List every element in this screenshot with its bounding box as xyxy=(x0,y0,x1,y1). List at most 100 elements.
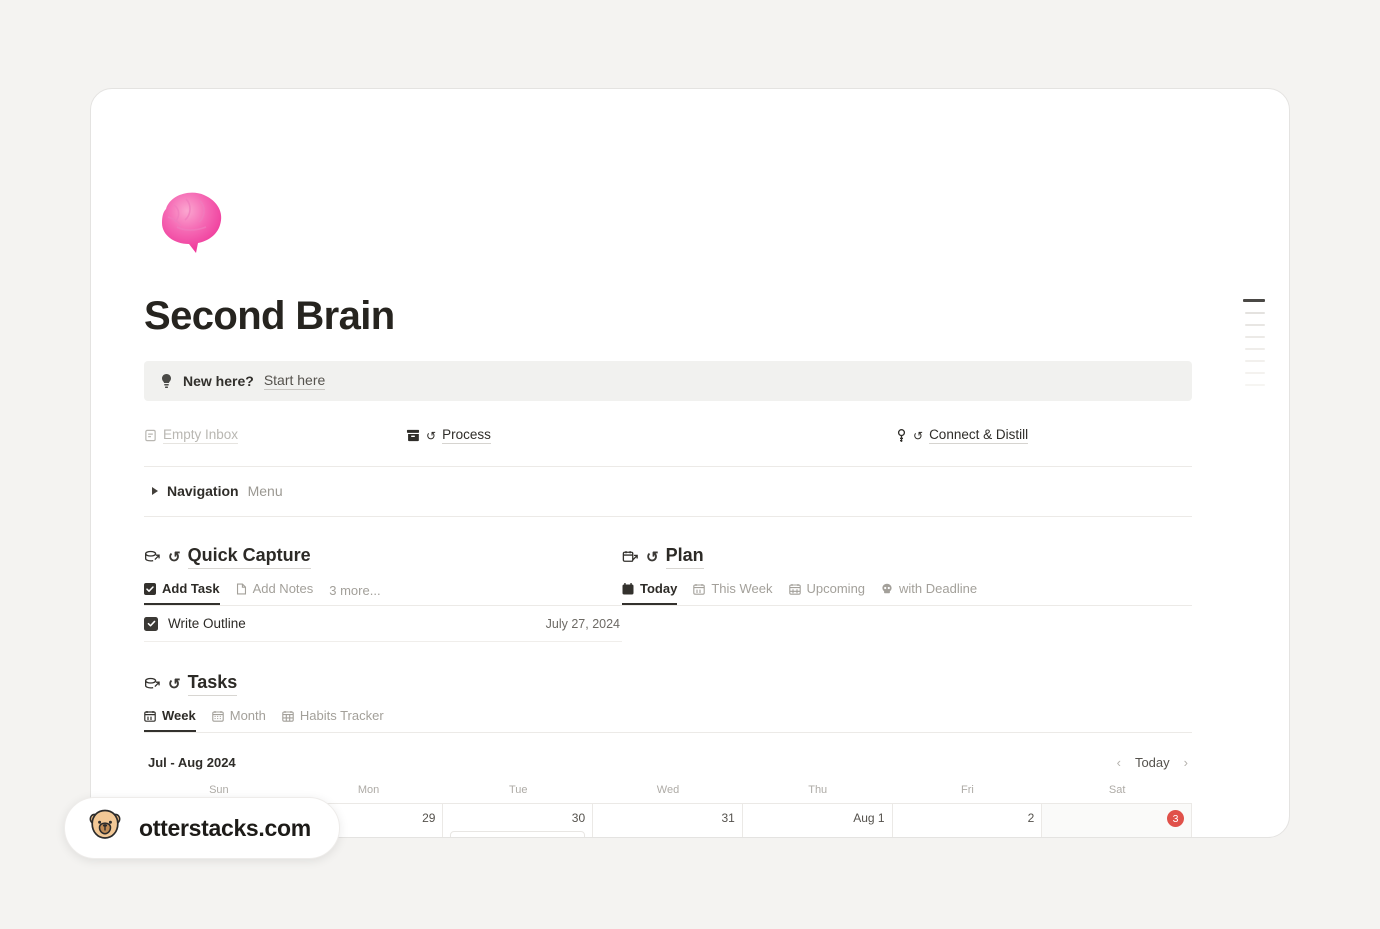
day-header: Sat xyxy=(1108,784,1126,796)
quick-capture-section: ↺ Quick Capture Add Task Add Notes 3 mor… xyxy=(144,545,622,642)
page-content: Second Brain New here? Start here Empty … xyxy=(144,89,1192,837)
chevron-left-icon[interactable]: ‹ xyxy=(1117,756,1121,769)
outline-indicator[interactable] xyxy=(1239,299,1265,386)
tab-this-week-label: This Week xyxy=(711,581,773,596)
navigation-label: Navigation xyxy=(167,483,239,499)
tab-month[interactable]: Month xyxy=(211,708,266,732)
day-header: Tue xyxy=(509,784,528,796)
tab-with-deadline[interactable]: with Deadline xyxy=(881,581,977,605)
calendar-today-button[interactable]: Today xyxy=(1135,755,1170,770)
watermark-badge: otterstacks.com xyxy=(64,797,340,859)
page-title: Second Brain xyxy=(144,294,395,338)
calendar-day-number: 2 xyxy=(1027,811,1035,825)
database-columns: ↺ Quick Capture Add Task Add Notes 3 mor… xyxy=(144,545,1192,642)
connect-distill-label: Connect & Distill xyxy=(929,427,1029,444)
watermark-text: otterstacks.com xyxy=(139,814,311,841)
outline-line[interactable] xyxy=(1245,383,1265,386)
navigation-sublabel: Menu xyxy=(247,483,283,499)
outline-line[interactable] xyxy=(1245,371,1265,374)
tasks-name: Tasks xyxy=(187,672,238,696)
calendar-day-number: 31 xyxy=(721,811,735,825)
connect-distill-button[interactable]: ↺ Connect & Distill xyxy=(896,427,1029,444)
quick-capture-title[interactable]: ↺ Quick Capture xyxy=(144,545,622,569)
new-here-callout[interactable]: New here? Start here xyxy=(144,361,1192,401)
calendar-day-icon xyxy=(622,582,634,595)
page-scroll-area[interactable]: Second Brain New here? Start here Empty … xyxy=(91,89,1289,837)
outline-line[interactable] xyxy=(1245,359,1265,362)
action-col-inbox: Empty Inbox xyxy=(144,427,406,444)
today-badge: 3 xyxy=(1166,810,1184,828)
calendar-cell[interactable]: 31 xyxy=(593,804,743,837)
tab-habits-tracker-label: Habits Tracker xyxy=(299,708,384,723)
archive-folder-icon xyxy=(406,429,420,442)
tab-week-label: Week xyxy=(162,708,196,723)
tab-week[interactable]: Week xyxy=(144,708,196,732)
calendar-nav: ‹ Today › xyxy=(1117,755,1188,770)
callout-text: New here? xyxy=(183,373,254,389)
plan-tabs: Today This Week Upcoming with Deadline xyxy=(622,581,1192,606)
process-button[interactable]: ↺ Process xyxy=(406,427,491,444)
tab-add-notes[interactable]: Add Notes xyxy=(236,581,313,605)
task-name: Write Outline xyxy=(168,616,246,631)
start-here-link[interactable]: Start here xyxy=(263,372,326,390)
tasks-title[interactable]: ↺ Tasks xyxy=(144,672,1192,696)
navigation-menu-toggle[interactable]: Navigation Menu xyxy=(144,467,1192,517)
chevron-right-icon[interactable]: › xyxy=(1184,756,1188,769)
calendar-link-icon xyxy=(622,550,639,565)
quick-capture-tabs: Add Task Add Notes 3 more... xyxy=(144,581,622,606)
calendar-month-icon xyxy=(788,583,801,595)
calendar-range-label: Jul - Aug 2024 xyxy=(148,754,236,770)
calendar-header: Jul - Aug 2024 ‹ Today › xyxy=(144,749,1192,775)
plan-title[interactable]: ↺ Plan xyxy=(622,545,1192,569)
document-icon xyxy=(236,583,247,595)
action-col-process: ↺ Process xyxy=(406,427,896,444)
app-window: Second Brain New here? Start here Empty … xyxy=(90,88,1290,838)
tab-today-label: Today xyxy=(640,581,678,596)
calendar-day-number-today: 3 xyxy=(1049,810,1184,828)
calendar-week-icon xyxy=(144,710,156,722)
database-link-icon xyxy=(144,550,161,565)
calendar-event-card[interactable]: Check email Normal Priority Urgent and I… xyxy=(450,831,586,837)
calendar-day-number: Aug 1 xyxy=(853,811,885,825)
chevron-right-icon xyxy=(152,487,158,495)
recurring-icon: ↺ xyxy=(426,428,437,443)
calendar-week-icon xyxy=(693,583,706,595)
outline-line[interactable] xyxy=(1245,347,1265,350)
day-header: Fri xyxy=(961,784,974,796)
checkbox-icon xyxy=(144,582,156,595)
task-row[interactable]: Write Outline July 27, 2024 xyxy=(144,606,622,642)
calendar-cell-today[interactable]: 3 xyxy=(1042,804,1192,837)
calendar-month-icon xyxy=(211,710,224,722)
tab-add-task[interactable]: Add Task xyxy=(144,581,220,605)
outline-line-active[interactable] xyxy=(1243,299,1265,302)
outline-line[interactable] xyxy=(1245,311,1265,314)
action-col-connect: ↺ Connect & Distill xyxy=(896,427,1192,444)
tab-upcoming-label: Upcoming xyxy=(806,581,866,596)
lightbulb-icon xyxy=(160,373,173,389)
tab-habits-tracker[interactable]: Habits Tracker xyxy=(282,708,384,732)
inbox-icon xyxy=(144,429,157,442)
recurring-icon: ↺ xyxy=(168,548,181,566)
process-label: Process xyxy=(442,427,491,444)
tab-today[interactable]: Today xyxy=(622,581,678,605)
day-header: Thu xyxy=(808,784,828,796)
key-icon xyxy=(896,428,907,443)
day-header: Wed xyxy=(656,784,680,796)
database-link-icon xyxy=(144,677,161,692)
tab-this-week[interactable]: This Week xyxy=(693,581,773,605)
empty-inbox-button[interactable]: Empty Inbox xyxy=(144,427,239,444)
tab-upcoming[interactable]: Upcoming xyxy=(788,581,866,605)
outline-line[interactable] xyxy=(1245,323,1265,326)
tab-add-task-label: Add Task xyxy=(162,581,220,596)
tab-with-deadline-label: with Deadline xyxy=(899,581,978,596)
outline-line[interactable] xyxy=(1245,335,1265,338)
calendar-cell[interactable]: 30 Check email xyxy=(443,804,594,837)
calendar-cell[interactable]: 2 xyxy=(892,804,1043,837)
calendar-cell[interactable]: Aug 1 xyxy=(742,804,893,837)
recurring-icon: ↺ xyxy=(913,428,924,443)
action-row: Empty Inbox ↺ Process ↺ Connect & Distil… xyxy=(144,427,1192,467)
quick-capture-name: Quick Capture xyxy=(187,545,311,569)
quick-capture-more-views[interactable]: 3 more... xyxy=(329,583,380,605)
brain-icon xyxy=(144,179,236,271)
task-checkbox[interactable] xyxy=(144,616,158,631)
